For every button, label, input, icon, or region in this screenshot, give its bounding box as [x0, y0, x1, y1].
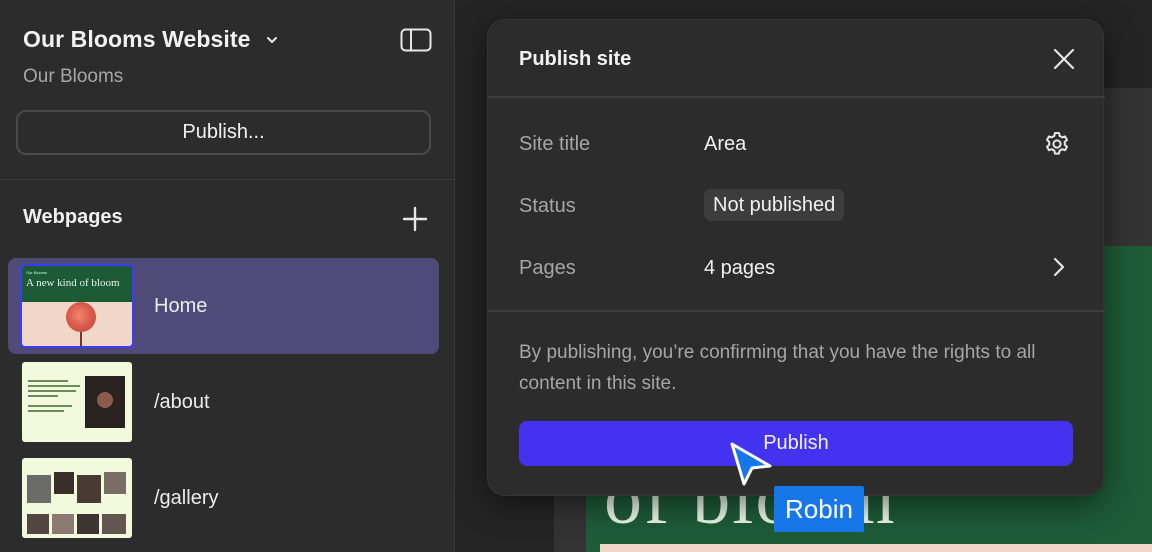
dialog-title: Publish site — [519, 48, 632, 70]
site-title-label: Site title — [519, 133, 591, 155]
sidebar-publish-button[interactable]: Publish... — [16, 110, 431, 155]
chevron-right-icon[interactable] — [1051, 256, 1067, 278]
publish-site-dialog: Publish site Site title Area Status Not … — [487, 19, 1105, 496]
thumbnail-photo — [85, 376, 125, 428]
page-thumbnail-home: Our Blooms A new kind of bloom — [20, 264, 134, 348]
page-item-label: /gallery — [154, 486, 219, 509]
chevron-down-icon[interactable] — [265, 33, 279, 47]
page-item-label: Home — [154, 294, 208, 317]
pages-label: Pages — [519, 257, 576, 279]
page-item-about[interactable]: /about — [8, 354, 439, 450]
publish-button[interactable]: Publish — [519, 421, 1073, 466]
thumbnail-text-lines — [28, 380, 80, 415]
status-label: Status — [519, 195, 576, 217]
site-header: Our Blooms Website Our Blooms — [23, 26, 434, 106]
status-badge: Not published — [704, 189, 845, 221]
close-icon[interactable] — [1051, 46, 1077, 72]
gear-icon[interactable] — [1043, 130, 1071, 158]
webpages-heading: Webpages — [23, 206, 123, 228]
sidebar-divider — [0, 179, 455, 180]
sidebar-toggle-icon[interactable] — [400, 28, 432, 52]
page-item-label: /about — [154, 390, 210, 413]
page-item-home[interactable]: Our Blooms A new kind of bloom Home — [8, 258, 439, 354]
page-item-gallery[interactable]: /gallery — [8, 450, 439, 546]
site-subtitle: Our Blooms — [23, 66, 124, 87]
site-title-value: Area — [704, 133, 747, 155]
thumbnail-heading: Our Blooms — [26, 270, 48, 275]
sidebar: Our Blooms Website Our Blooms Publish...… — [0, 0, 455, 552]
site-title[interactable]: Our Blooms Website — [23, 26, 251, 53]
canvas-hero-image — [600, 544, 1152, 552]
dialog-divider — [488, 96, 1105, 98]
thumbnail-flower — [66, 302, 96, 332]
page-thumbnail-about — [22, 362, 132, 442]
cursor-pointer-icon — [730, 442, 772, 486]
thumbnail-title: A new kind of bloom — [26, 277, 120, 289]
publish-disclaimer: By publishing, you’re confirming that yo… — [519, 342, 1036, 394]
collaborator-name-tag: Robin — [774, 486, 864, 532]
pages-value[interactable]: 4 pages — [704, 257, 775, 280]
page-thumbnail-gallery — [22, 458, 132, 538]
dialog-divider — [488, 310, 1105, 312]
site-title-row[interactable]: Our Blooms Website — [23, 26, 434, 53]
plus-icon[interactable] — [402, 206, 428, 232]
app-root: Our Blooms Website Our Blooms Publish...… — [0, 0, 1152, 552]
